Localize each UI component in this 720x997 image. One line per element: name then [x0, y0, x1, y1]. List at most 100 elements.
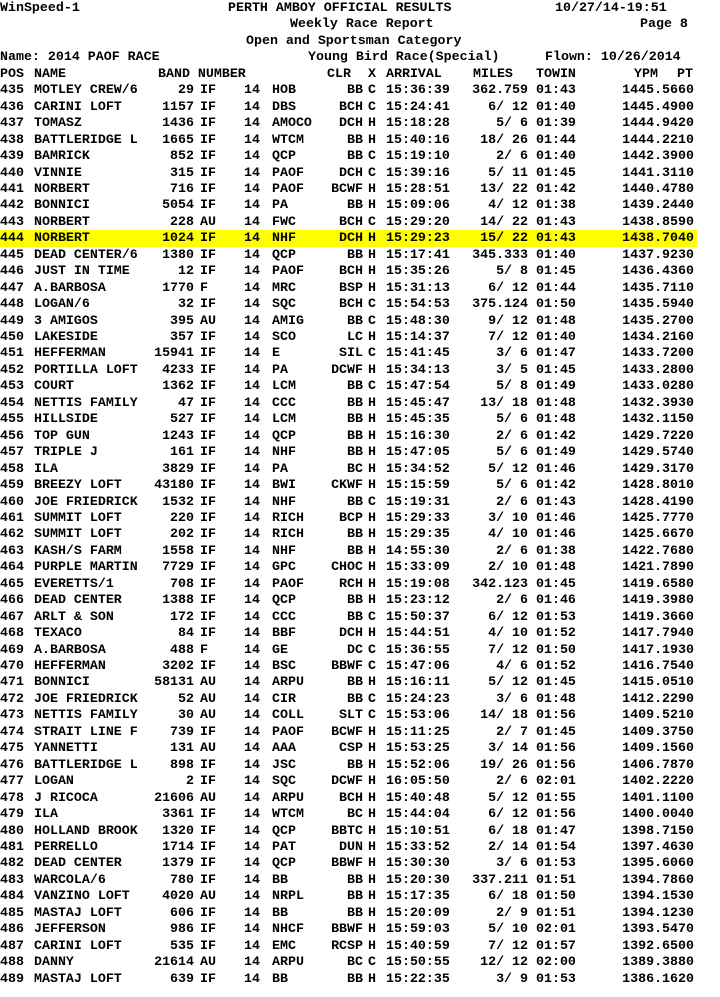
cell-band: 708: [170, 575, 194, 591]
cell-towin: 01:56: [536, 756, 576, 772]
cell-year: 14: [244, 904, 260, 920]
cell-pos: 462: [0, 526, 24, 542]
cell-year: 14: [244, 723, 260, 739]
cell-pt: 0: [686, 197, 694, 213]
cell-pt: 0: [686, 937, 694, 953]
cell-band: 7729: [162, 559, 194, 575]
cell-club: NRPL: [272, 888, 304, 904]
cell-miles: 12/ 12: [480, 954, 528, 970]
cell-band: 1243: [162, 427, 194, 443]
cell-name: BONNICI: [34, 674, 90, 690]
cell-club: COLL: [272, 707, 304, 723]
cell-pos: 467: [0, 608, 24, 624]
cell-band: 1714: [162, 838, 194, 854]
table-row: 455 HILLSIDE 527 IF 14 LCM BB H 15:45:35 5/ 6 01:4…: [0, 411, 720, 427]
table-row: 459 BREEZY LOFT 43180 IF 14 BWI CKWF H 15:15:59 5…: [0, 477, 720, 493]
cell-sex: C: [368, 164, 376, 180]
race-report: WinSpeed-1 PERTH AMBOY OFFICIAL RESULTS …: [0, 0, 720, 997]
cell-pos: 475: [0, 740, 24, 756]
cell-name: HEFFERMAN: [34, 345, 106, 361]
cell-name: MASTAJ LOFT: [34, 904, 122, 920]
cell-prefix: AU: [200, 674, 216, 690]
table-row: 444 NORBERT 1024 IF 14 NHF DCH H 15:29:23 15/ 22 0…: [0, 230, 720, 247]
cell-pos: 463: [0, 542, 24, 558]
table-row: 473 NETTIS FAMILY 30 AU 14 COLL SLT C 15:53:06 14…: [0, 707, 720, 723]
table-row: 447 A.BARBOSA 1770 F 14 MRC BSP H 15:31:13 6/ 12 0…: [0, 280, 720, 296]
cell-band: 1558: [162, 542, 194, 558]
cell-pt: 0: [686, 394, 694, 410]
cell-color: BSP: [339, 279, 363, 295]
cell-towin: 01:47: [536, 345, 576, 361]
cell-year: 14: [244, 970, 260, 986]
cell-sex: H: [368, 740, 376, 756]
cell-year: 14: [244, 542, 260, 558]
cell-arrival: 15:10:51: [386, 822, 450, 838]
cell-band: 1380: [162, 246, 194, 262]
cell-pt: 0: [686, 674, 694, 690]
cell-miles: 6/ 12: [488, 279, 528, 295]
cell-prefix: AU: [200, 690, 216, 706]
cell-band: 1379: [162, 855, 194, 871]
cell-band: 1436: [162, 115, 194, 131]
cell-band: 3361: [162, 806, 194, 822]
cell-miles: 14/ 22: [480, 213, 528, 229]
report-header-line-1: WinSpeed-1 PERTH AMBOY OFFICIAL RESULTS …: [0, 0, 720, 16]
cell-pt: 0: [686, 115, 694, 131]
cell-sex: H: [368, 180, 376, 196]
cell-prefix: IF: [200, 378, 216, 394]
cell-pt: 0: [686, 296, 694, 312]
cell-band: 1770: [162, 279, 194, 295]
table-row: 484 VANZINO LOFT 4020 AU 14 NRPL BB H 15:17:35 6/…: [0, 888, 720, 904]
cell-sex: H: [368, 904, 376, 920]
table-row: 471 BONNICI 58131 AU 14 ARPU BB H 15:16:11 5/ 12 0…: [0, 674, 720, 690]
cell-ypm: 1429.722: [622, 427, 686, 443]
cell-band: 172: [170, 608, 194, 624]
cell-name: DANNY: [34, 954, 74, 970]
cell-ypm: 1425.777: [622, 509, 686, 525]
cell-pt: 0: [686, 773, 694, 789]
cell-towin: 01:46: [536, 526, 576, 542]
cell-towin: 01:39: [536, 115, 576, 131]
cell-sex: H: [368, 888, 376, 904]
cell-sex: C: [368, 707, 376, 723]
cell-club: PAOF: [272, 723, 304, 739]
cell-prefix: IF: [200, 592, 216, 608]
cell-pos: 453: [0, 378, 24, 394]
cell-name: NETTIS FAMILY: [34, 394, 138, 410]
table-row: 472 JOE FRIEDRICK 52 AU 14 CIR BB C 15:24:23 3/ 6…: [0, 691, 720, 707]
col-name: NAME: [34, 65, 66, 81]
cell-towin: 01:49: [536, 444, 576, 460]
cell-arrival: 15:19:10: [386, 148, 450, 164]
cell-name: DEAD CENTER: [34, 592, 122, 608]
cell-pt: 0: [686, 723, 694, 739]
cell-band: 986: [170, 921, 194, 937]
table-row: 441 NORBERT 716 IF 14 PAOF BCWF H 15:28:51 13/ 22…: [0, 181, 720, 197]
table-row: 443 NORBERT 228 AU 14 FWC BCH C 15:29:20 14/ 22 01…: [0, 214, 720, 230]
cell-name: CARINI LOFT: [34, 98, 122, 114]
cell-pt: 0: [686, 460, 694, 476]
cell-pt: 0: [686, 559, 694, 575]
cell-arrival: 15:47:06: [386, 658, 450, 673]
cell-miles: 375.124: [472, 296, 528, 312]
cell-sex: C: [368, 148, 376, 164]
cell-towin: 01:56: [536, 806, 576, 822]
cell-arrival: 15:53:25: [386, 740, 450, 756]
table-row: 480 HOLLAND BROOK 1320 IF 14 QCP BBTC H 15:10:51…: [0, 823, 720, 839]
cell-pt: 0: [686, 789, 694, 805]
cell-pt: 0: [686, 345, 694, 361]
cell-year: 14: [244, 806, 260, 822]
cell-pos: 486: [0, 921, 24, 937]
cell-miles: 5/ 8: [496, 378, 528, 394]
cell-towin: 01:50: [536, 888, 576, 904]
cell-club: MRC: [272, 279, 296, 295]
cell-pt: 0: [686, 98, 694, 114]
cell-towin: 01:50: [536, 641, 576, 657]
cell-club: ARPU: [272, 789, 304, 805]
cell-color: BB: [347, 904, 363, 920]
cell-ypm: 1432.115: [622, 411, 686, 427]
cell-club: NHF: [272, 493, 296, 509]
cell-pos: 480: [0, 822, 24, 838]
cell-ypm: 1429.574: [622, 444, 686, 460]
table-row: 482 DEAD CENTER 1379 IF 14 QCP BBWF H 15:30:30 3/…: [0, 855, 720, 871]
cell-sex: H: [368, 822, 376, 838]
